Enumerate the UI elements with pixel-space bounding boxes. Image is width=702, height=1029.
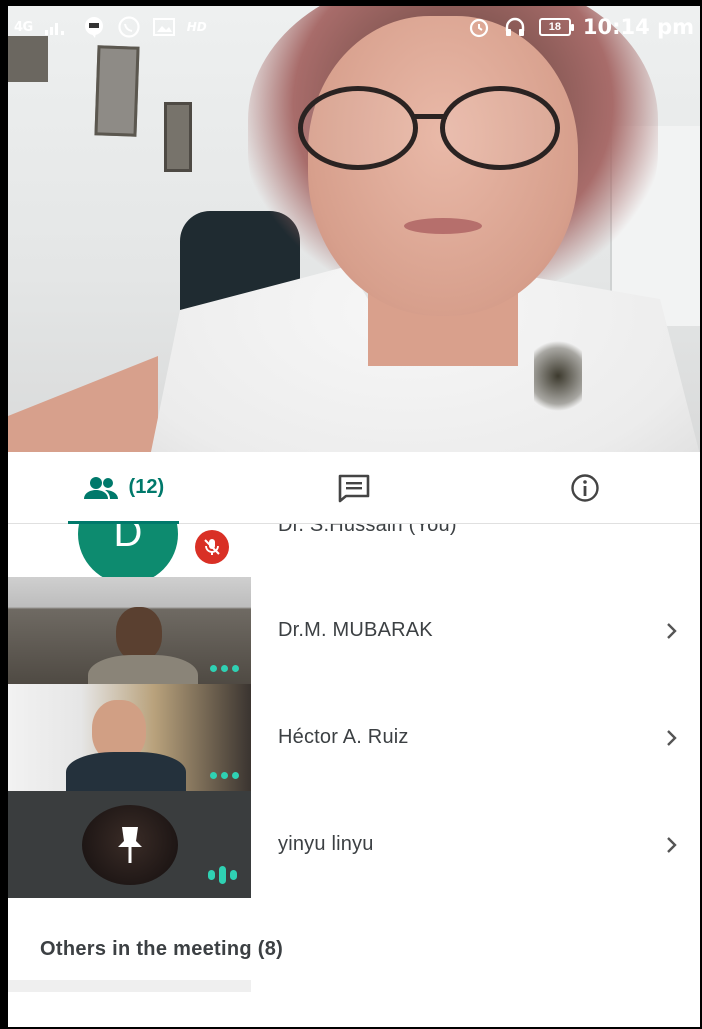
pin-icon xyxy=(118,827,142,863)
wall-picture xyxy=(94,45,140,137)
participant-name: yinyu linyu xyxy=(278,833,374,855)
tab-info[interactable] xyxy=(469,452,700,523)
battery-icon: 18 xyxy=(538,18,574,36)
whatsapp-icon xyxy=(118,16,140,38)
signal-icon xyxy=(44,23,64,35)
glasses-bridge xyxy=(413,114,447,119)
chevron-right-icon[interactable] xyxy=(660,833,684,857)
participant-name: Dr.M. MUBARAK xyxy=(278,619,433,641)
meeting-tab-bar: (12) xyxy=(8,452,700,524)
avatar: D xyxy=(78,524,178,584)
mic-off-icon xyxy=(204,539,220,555)
participant-video-tile xyxy=(8,577,251,684)
tab-people[interactable]: (12) xyxy=(8,452,239,524)
participant-video-face xyxy=(116,607,162,661)
participant-video-body xyxy=(66,752,186,791)
speaker-arm xyxy=(8,356,158,452)
speaker-tattoo xyxy=(534,336,582,416)
glasses-lens-left xyxy=(298,86,418,170)
glasses-lens-right xyxy=(440,86,560,170)
participant-row[interactable]: Héctor A. Ruiz xyxy=(8,684,700,791)
clock: 10:14 pm xyxy=(582,15,694,39)
headphones-icon xyxy=(505,17,525,36)
participant-list[interactable]: D Dr. S.Hussain (You) Dr.M. MUBARAK Héct… xyxy=(8,524,700,904)
participant-row[interactable]: Dr.M. MUBARAK xyxy=(8,577,700,684)
participant-name: Dr. S.Hussain (You) xyxy=(278,524,457,536)
main-video-feed[interactable] xyxy=(8,6,700,452)
participant-count: (12) xyxy=(128,476,165,498)
status-bar: 4G HD 18 10:14 pm xyxy=(8,6,700,48)
chevron-right-icon[interactable] xyxy=(660,619,684,643)
info-icon xyxy=(570,473,599,502)
network-type: 4G xyxy=(14,19,33,35)
activity-dots-icon xyxy=(210,665,239,672)
chevron-right-icon[interactable] xyxy=(660,726,684,750)
wall-picture xyxy=(164,102,192,172)
people-icon xyxy=(83,476,118,499)
mic-off-badge xyxy=(195,530,229,564)
participant-video-body xyxy=(88,655,198,684)
participant-row[interactable]: yinyu linyu xyxy=(8,791,700,898)
alarm-icon xyxy=(469,18,489,38)
others-section-heading: Others in the meeting (8) xyxy=(40,938,284,960)
activity-dots-icon xyxy=(210,772,239,779)
chat-icon xyxy=(338,474,370,502)
participant-avatar-tile xyxy=(8,791,251,898)
avatar xyxy=(82,805,178,885)
tab-chat[interactable] xyxy=(239,452,470,523)
participant-video-tile xyxy=(8,684,251,791)
hd-indicator: HD xyxy=(186,20,207,34)
speaking-indicator-icon xyxy=(208,866,237,884)
others-list-placeholder xyxy=(8,980,251,992)
participant-name: Héctor A. Ruiz xyxy=(278,726,409,748)
gallery-icon xyxy=(152,18,175,36)
message-bubble-icon xyxy=(84,17,103,38)
speaker-lips xyxy=(404,218,482,234)
